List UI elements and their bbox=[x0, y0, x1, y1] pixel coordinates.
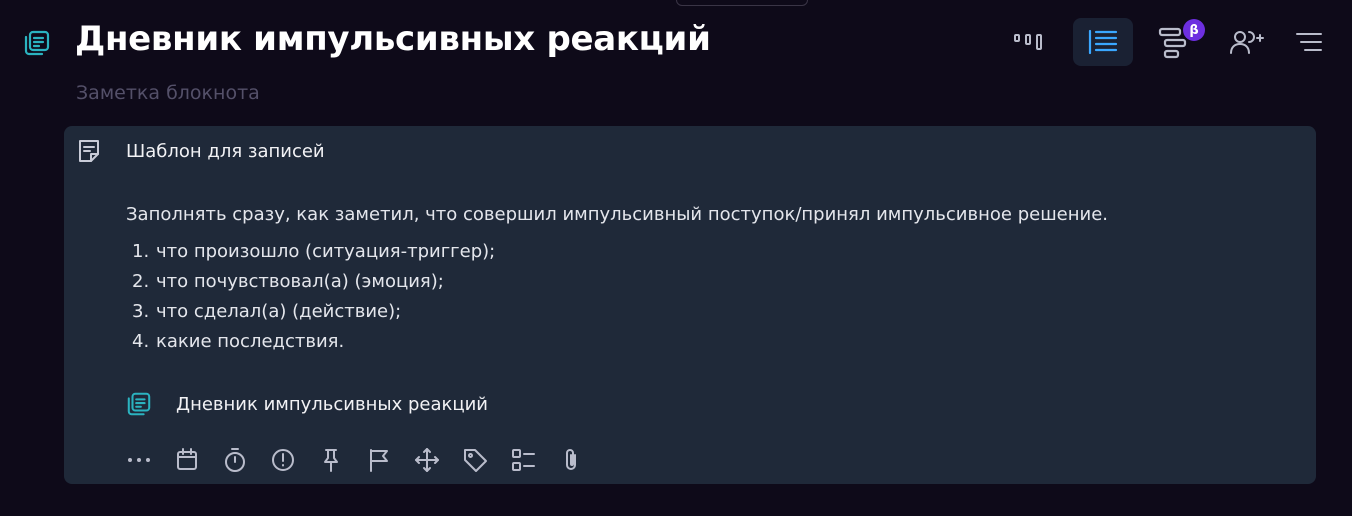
beta-badge: β bbox=[1183, 19, 1205, 41]
notebook-link[interactable]: Дневник импульсивных реакций bbox=[126, 391, 488, 417]
due-date-button[interactable] bbox=[174, 444, 222, 476]
more-button[interactable] bbox=[126, 444, 174, 476]
sort-button[interactable] bbox=[1279, 18, 1339, 66]
note-icon bbox=[76, 138, 102, 164]
notebook-icon bbox=[127, 392, 151, 416]
attachment-icon bbox=[566, 449, 576, 470]
template-note-card[interactable]: Шаблон для записей Заполнять сразу, как … bbox=[64, 126, 1316, 484]
window-handle[interactable] bbox=[676, 0, 808, 6]
notebook-link-label: Дневник импульсивных реакций bbox=[176, 393, 488, 415]
more-icon bbox=[128, 458, 150, 462]
sort-icon bbox=[1296, 33, 1322, 51]
notebook-icon bbox=[23, 29, 51, 57]
list-item: 3. что сделал(а) (действие); bbox=[132, 301, 402, 322]
list-icon bbox=[1088, 29, 1118, 55]
list-item: 2. что почувствовал(а) (эмоция); bbox=[132, 271, 444, 292]
priority-button[interactable] bbox=[270, 444, 318, 476]
timer-icon bbox=[225, 448, 245, 472]
move-icon bbox=[415, 448, 439, 472]
tag-icon bbox=[464, 449, 487, 472]
move-button[interactable] bbox=[414, 444, 462, 476]
note-intro-text: Заполнять сразу, как заметил, что соверш… bbox=[126, 204, 1109, 225]
flag-icon bbox=[370, 449, 388, 472]
list-item: 1. что произошло (ситуация-триггер); bbox=[132, 241, 496, 262]
attachment-button[interactable] bbox=[558, 444, 606, 476]
page-subtitle: Заметка блокнота bbox=[76, 82, 260, 104]
add-user-icon bbox=[1230, 31, 1264, 54]
notebook-note-page: Дневник импульсивных реакций Заметка бло… bbox=[0, 0, 1352, 516]
list-view-button[interactable] bbox=[1073, 18, 1133, 66]
list-item: 4. какие последствия. bbox=[132, 331, 345, 352]
flag-button[interactable] bbox=[366, 444, 414, 476]
pin-button[interactable] bbox=[318, 444, 366, 476]
note-title[interactable]: Шаблон для записей bbox=[126, 141, 325, 162]
checklist-button[interactable] bbox=[510, 444, 558, 476]
add-member-button[interactable] bbox=[1216, 18, 1276, 66]
board-view-button[interactable] bbox=[998, 18, 1058, 66]
kanban-icon bbox=[1014, 34, 1042, 50]
timer-button[interactable] bbox=[222, 444, 270, 476]
note-checklist: 1. что произошло (ситуация-триггер); 2. чт… bbox=[132, 237, 495, 357]
calendar-icon bbox=[177, 448, 197, 470]
checklist-icon bbox=[512, 449, 535, 471]
pin-icon bbox=[324, 449, 338, 472]
note-actions-bar bbox=[126, 444, 606, 476]
priority-icon bbox=[272, 449, 294, 471]
page-title[interactable]: Дневник импульсивных реакций bbox=[75, 19, 711, 59]
tag-button[interactable] bbox=[462, 444, 510, 476]
